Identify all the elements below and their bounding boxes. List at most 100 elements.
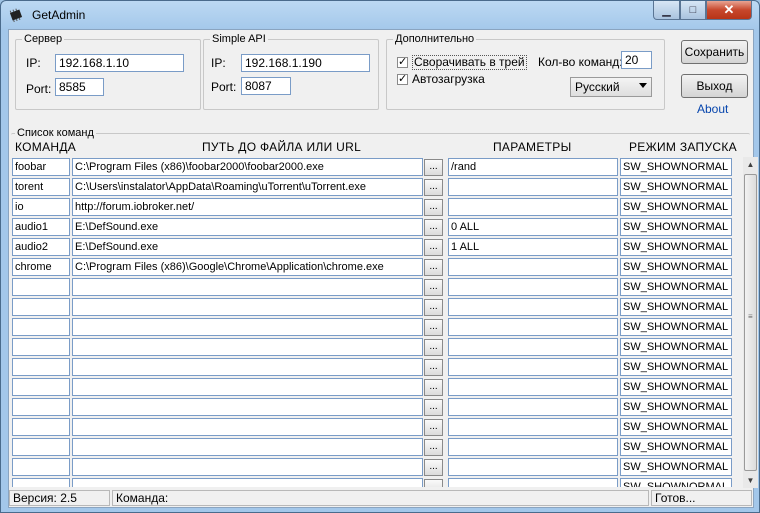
mode-cell[interactable]: SW_SHOWNORMAL <box>620 278 732 296</box>
scroll-thumb[interactable]: ≡ <box>744 174 757 471</box>
params-cell[interactable] <box>448 418 618 436</box>
params-cell[interactable]: 1 ALL <box>448 238 618 256</box>
browse-button[interactable]: ... <box>424 279 443 296</box>
mode-cell[interactable]: SW_SHOWNORMAL <box>620 358 732 376</box>
browse-button[interactable]: ... <box>424 399 443 416</box>
path-cell[interactable]: http://forum.iobroker.net/ <box>72 198 423 216</box>
mode-cell[interactable]: SW_SHOWNORMAL <box>620 418 732 436</box>
title-bar[interactable]: GetAdmin ▁ □ ✕ <box>1 1 759 29</box>
language-select[interactable]: Русский <box>570 77 652 97</box>
scroll-up-icon[interactable]: ▲ <box>743 157 758 172</box>
api-ip-input[interactable]: 192.168.1.190 <box>241 54 370 72</box>
browse-button[interactable]: ... <box>424 359 443 376</box>
about-link[interactable]: About <box>697 102 728 116</box>
command-cell[interactable]: io <box>12 198 70 216</box>
command-cell[interactable] <box>12 478 70 487</box>
mode-cell[interactable]: SW_SHOWNORMAL <box>620 298 732 316</box>
params-cell[interactable] <box>448 458 618 476</box>
mode-cell[interactable]: SW_SHOWNORMAL <box>620 158 732 176</box>
server-ip-input[interactable]: 192.168.1.10 <box>55 54 184 72</box>
browse-button[interactable]: ... <box>424 259 443 276</box>
path-cell[interactable]: C:\Users\instalator\AppData\Roaming\uTor… <box>72 178 423 196</box>
command-cell[interactable] <box>12 458 70 476</box>
server-port-input[interactable]: 8585 <box>55 78 104 96</box>
command-cell[interactable] <box>12 358 70 376</box>
command-cell[interactable] <box>12 278 70 296</box>
mode-cell[interactable]: SW_SHOWNORMAL <box>620 338 732 356</box>
path-cell[interactable] <box>72 278 423 296</box>
params-cell[interactable]: /rand <box>448 158 618 176</box>
mode-cell[interactable]: SW_SHOWNORMAL <box>620 178 732 196</box>
command-cell[interactable] <box>12 418 70 436</box>
path-cell[interactable]: E:\DefSound.exe <box>72 238 423 256</box>
command-cell[interactable] <box>12 318 70 336</box>
minimize-tray-label[interactable]: Сворачивать в трей <box>412 55 527 70</box>
browse-button[interactable]: ... <box>424 179 443 196</box>
maximize-button[interactable]: □ <box>680 1 706 20</box>
close-button[interactable]: ✕ <box>706 1 752 20</box>
commands-count-input[interactable]: 20 <box>621 51 652 69</box>
browse-button[interactable]: ... <box>424 319 443 336</box>
params-cell[interactable] <box>448 338 618 356</box>
autostart-label[interactable]: Автозагрузка <box>412 72 485 86</box>
path-cell[interactable] <box>72 478 423 487</box>
command-cell[interactable] <box>12 438 70 456</box>
scroll-down-icon[interactable]: ▼ <box>743 473 758 488</box>
mode-cell[interactable]: SW_SHOWNORMAL <box>620 478 732 487</box>
params-cell[interactable] <box>448 398 618 416</box>
mode-cell[interactable]: SW_SHOWNORMAL <box>620 218 732 236</box>
path-cell[interactable] <box>72 418 423 436</box>
command-cell[interactable]: chrome <box>12 258 70 276</box>
params-cell[interactable] <box>448 258 618 276</box>
vertical-scrollbar[interactable]: ▲ ≡ ▼ <box>743 157 758 488</box>
mode-cell[interactable]: SW_SHOWNORMAL <box>620 438 732 456</box>
mode-cell[interactable]: SW_SHOWNORMAL <box>620 318 732 336</box>
params-cell[interactable]: 0 ALL <box>448 218 618 236</box>
path-cell[interactable]: C:\Program Files (x86)\Google\Chrome\App… <box>72 258 423 276</box>
browse-button[interactable]: ... <box>424 199 443 216</box>
path-cell[interactable]: C:\Program Files (x86)\foobar2000\foobar… <box>72 158 423 176</box>
autostart-checkbox[interactable]: ✓ <box>397 74 408 85</box>
params-cell[interactable] <box>448 178 618 196</box>
minimize-button[interactable]: ▁ <box>653 1 680 20</box>
path-cell[interactable] <box>72 358 423 376</box>
mode-cell[interactable]: SW_SHOWNORMAL <box>620 198 732 216</box>
command-cell[interactable] <box>12 378 70 396</box>
params-cell[interactable] <box>448 278 618 296</box>
exit-button[interactable]: Выход <box>681 74 748 98</box>
browse-button[interactable]: ... <box>424 159 443 176</box>
params-cell[interactable] <box>448 358 618 376</box>
browse-button[interactable]: ... <box>424 379 443 396</box>
path-cell[interactable] <box>72 398 423 416</box>
command-cell[interactable]: foobar <box>12 158 70 176</box>
browse-button[interactable]: ... <box>424 479 443 487</box>
params-cell[interactable] <box>448 438 618 456</box>
mode-cell[interactable]: SW_SHOWNORMAL <box>620 238 732 256</box>
browse-button[interactable]: ... <box>424 439 443 456</box>
mode-cell[interactable]: SW_SHOWNORMAL <box>620 398 732 416</box>
command-cell[interactable]: torent <box>12 178 70 196</box>
path-cell[interactable] <box>72 298 423 316</box>
browse-button[interactable]: ... <box>424 419 443 436</box>
params-cell[interactable] <box>448 198 618 216</box>
mode-cell[interactable]: SW_SHOWNORMAL <box>620 258 732 276</box>
params-cell[interactable] <box>448 298 618 316</box>
browse-button[interactable]: ... <box>424 299 443 316</box>
mode-cell[interactable]: SW_SHOWNORMAL <box>620 378 732 396</box>
params-cell[interactable] <box>448 478 618 487</box>
command-cell[interactable] <box>12 298 70 316</box>
path-cell[interactable] <box>72 458 423 476</box>
command-cell[interactable] <box>12 398 70 416</box>
params-cell[interactable] <box>448 318 618 336</box>
browse-button[interactable]: ... <box>424 339 443 356</box>
browse-button[interactable]: ... <box>424 459 443 476</box>
browse-button[interactable]: ... <box>424 219 443 236</box>
mode-cell[interactable]: SW_SHOWNORMAL <box>620 458 732 476</box>
path-cell[interactable] <box>72 338 423 356</box>
api-port-input[interactable]: 8087 <box>241 77 291 95</box>
browse-button[interactable]: ... <box>424 239 443 256</box>
path-cell[interactable] <box>72 378 423 396</box>
command-cell[interactable]: audio1 <box>12 218 70 236</box>
command-cell[interactable]: audio2 <box>12 238 70 256</box>
path-cell[interactable] <box>72 438 423 456</box>
